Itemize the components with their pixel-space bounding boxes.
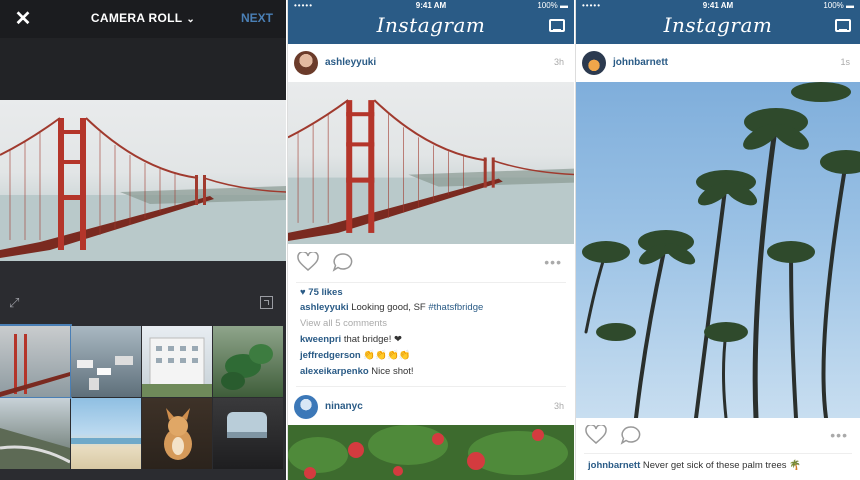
avatar[interactable] <box>294 395 318 419</box>
heart-icon[interactable] <box>297 252 319 272</box>
comment-item: kweenpri that bridge! ❤ <box>300 334 402 345</box>
divider <box>296 386 566 387</box>
post-caption: johnbarnett Never get sick of these palm… <box>588 460 801 471</box>
post-header: johnbarnett 1s <box>576 44 860 82</box>
battery-indicator: 100% ▬ <box>823 1 854 10</box>
status-time: 9:41 AM <box>702 1 734 10</box>
likes-count[interactable]: ♥ 75 likes <box>300 287 343 298</box>
post-username[interactable]: ninanyc <box>325 401 363 412</box>
divider <box>584 453 852 454</box>
thumbnail-coastal-road[interactable] <box>0 398 70 469</box>
inbox-icon[interactable] <box>549 19 565 32</box>
expand-icon[interactable]: ⤢ <box>9 295 25 311</box>
status-bar: ••••• 9:41 AM 100% ▬ <box>576 0 860 12</box>
post-header: ninanyc 3h <box>288 388 574 426</box>
post-header: ashleyyuki 3h <box>288 44 574 82</box>
more-options-icon[interactable]: ••• <box>830 427 848 443</box>
comment-item: jeffredgerson 👏👏👏👏 <box>300 350 411 361</box>
app-logo: Instagram <box>376 13 486 37</box>
post-time: 3h <box>553 57 564 67</box>
post-time: 3h <box>553 401 564 411</box>
comment-text: that bridge! ❤ <box>341 334 402 345</box>
caption-text: Never get sick of these palm trees 🌴 <box>640 460 801 471</box>
comment-text: Nice shot! <box>368 366 414 377</box>
battery-indicator: 100% ▬ <box>537 1 568 10</box>
thumbnail-plant[interactable] <box>213 326 283 397</box>
status-bar: ••••• 9:41 AM 100% ▬ <box>288 0 574 12</box>
app-header: ••••• 9:41 AM 100% ▬ Instagram <box>288 0 574 44</box>
caption-username[interactable]: johnbarnett <box>588 460 640 471</box>
chevron-down-icon: ⌄ <box>186 14 196 25</box>
post-username[interactable]: johnbarnett <box>613 57 668 68</box>
thumbnail-golden-gate[interactable] <box>0 324 72 399</box>
thumbnail-window-view[interactable] <box>213 398 283 469</box>
thumbnail-building[interactable] <box>142 326 212 397</box>
thumbnail-harbor[interactable] <box>71 326 141 397</box>
layout-icon[interactable] <box>260 296 273 309</box>
heart-icon[interactable] <box>585 425 607 445</box>
post-caption: ashleyyuki Looking good, SF #thatsfbridg… <box>300 302 483 313</box>
next-button[interactable]: NEXT <box>241 11 273 25</box>
camera-roll-toolbar: ✕ CAMERA ROLL ⌄ NEXT <box>0 0 286 38</box>
thumbnail-dog[interactable] <box>142 398 212 469</box>
avatar[interactable] <box>294 51 318 75</box>
comment-username[interactable]: alexeikarpenko <box>300 366 369 377</box>
avatar[interactable] <box>582 51 606 75</box>
status-time: 9:41 AM <box>415 1 447 10</box>
caption-text: Looking good, SF <box>348 302 429 313</box>
app-logo: Instagram <box>663 13 773 37</box>
view-all-comments[interactable]: View all 5 comments <box>300 318 387 329</box>
caption-hashtag[interactable]: #thatsfbridge <box>428 302 483 313</box>
post-username[interactable]: ashleyyuki <box>325 57 376 68</box>
app-header: ••••• 9:41 AM 100% ▬ Instagram <box>576 0 860 44</box>
post-photo[interactable] <box>288 425 574 480</box>
comment-username[interactable]: kweenpri <box>300 334 341 345</box>
caption-username[interactable]: ashleyyuki <box>300 302 349 313</box>
post-photo[interactable] <box>576 82 860 418</box>
comment-icon[interactable] <box>332 252 354 272</box>
camera-roll-title: CAMERA ROLL <box>90 11 183 25</box>
thumbnail-beach[interactable] <box>71 398 141 469</box>
comment-text: 👏👏👏👏 <box>360 350 411 361</box>
camera-roll-panel: ✕ CAMERA ROLL ⌄ NEXT ⤢ <box>0 0 286 480</box>
more-options-icon[interactable]: ••• <box>544 254 562 270</box>
divider <box>296 282 566 283</box>
camera-roll-grid <box>0 324 286 480</box>
comment-item: alexeikarpenko Nice shot! <box>300 366 414 377</box>
post-photo[interactable] <box>288 82 574 244</box>
selected-photo-preview[interactable] <box>0 100 286 261</box>
inbox-icon[interactable] <box>835 19 851 32</box>
post-time: 1s <box>840 57 850 67</box>
instagram-feed-panel: ••••• 9:41 AM 100% ▬ Instagram ashleyyuk… <box>287 0 574 480</box>
comment-icon[interactable] <box>620 425 642 445</box>
instagram-feed-panel-2: ••••• 9:41 AM 100% ▬ Instagram johnbarne… <box>575 0 860 480</box>
comment-username[interactable]: jeffredgerson <box>300 350 361 361</box>
photo-tools-bar: ⤢ <box>0 261 286 325</box>
